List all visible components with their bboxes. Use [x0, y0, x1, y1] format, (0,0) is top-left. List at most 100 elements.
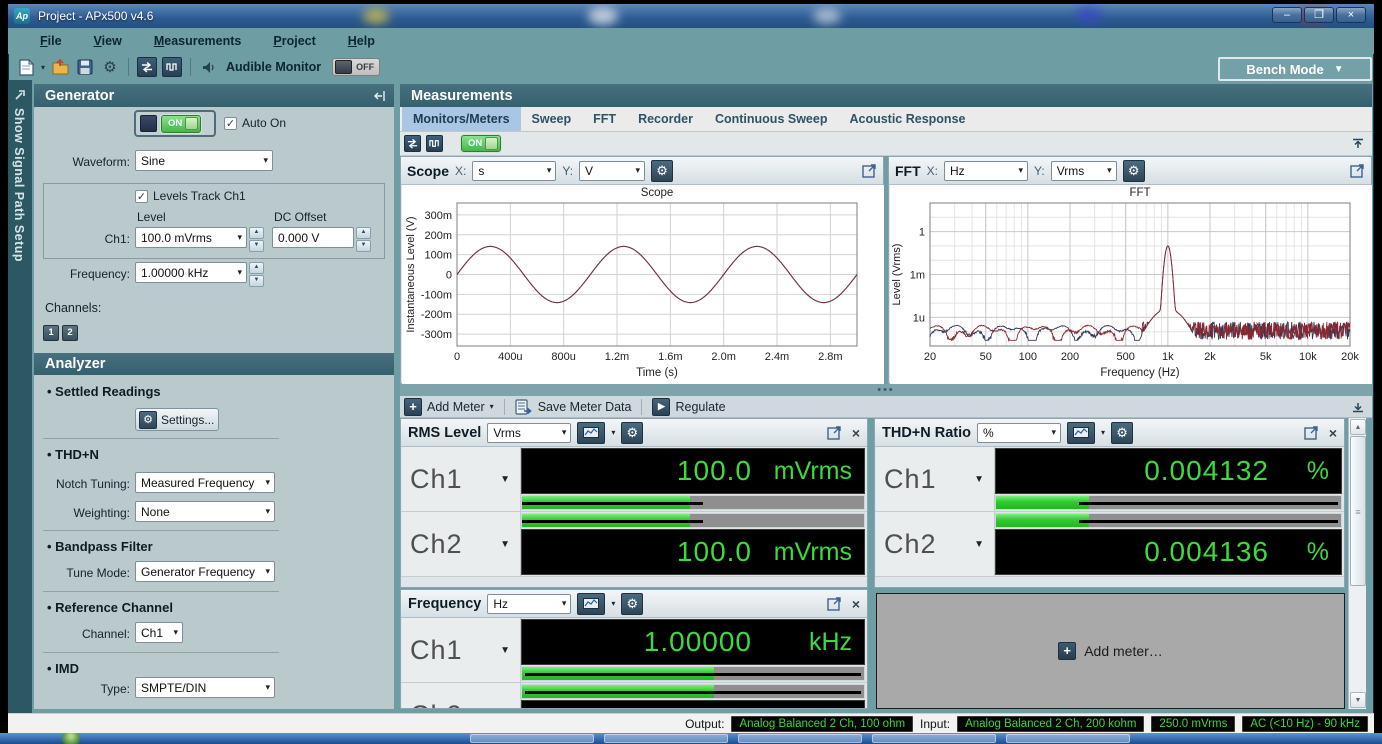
menu-file[interactable]: File [28, 31, 74, 51]
anchor-down-icon[interactable] [1352, 401, 1364, 413]
fft-settings-button[interactable]: ⚙ [1123, 160, 1145, 182]
thdn-graph-button[interactable] [1067, 422, 1095, 444]
checkbox-checked-icon[interactable]: ✓ [135, 190, 148, 203]
close-icon[interactable]: × [852, 425, 860, 441]
tab-recorder[interactable]: Recorder [627, 107, 704, 131]
tab-acoustic-response[interactable]: Acoustic Response [838, 107, 976, 131]
windows-taskbar[interactable] [0, 733, 1382, 744]
frequency-settings-button[interactable]: ⚙ [621, 593, 643, 615]
scope-y-unit-dropdown[interactable]: V ▾ [579, 161, 645, 181]
settings-gear-button[interactable]: ⚙ [100, 57, 120, 77]
audible-monitor-toggle-area[interactable] [199, 57, 219, 77]
scope-settings-button[interactable]: ⚙ [651, 160, 673, 182]
levels-track-field[interactable]: ✓ Levels Track Ch1 [135, 189, 246, 203]
settings-button[interactable]: ⚙ Settings... [135, 408, 219, 431]
rms-settings-button[interactable]: ⚙ [621, 422, 643, 444]
taskbar-app-button[interactable] [872, 734, 996, 743]
menu-measurements[interactable]: Measurements [142, 31, 254, 51]
bench-mode-dropdown[interactable]: Bench Mode ▼ [1218, 57, 1372, 81]
spin-down-icon[interactable]: ▼ [249, 240, 264, 252]
ch1-level-dropdown[interactable]: 100.0 mVrms ▾ [135, 227, 247, 248]
add-meter-dropzone[interactable]: + Add meter… [876, 593, 1345, 709]
rms-ch2-label-cell[interactable]: Ch2 ▼ [402, 512, 521, 576]
menu-view[interactable]: View [82, 31, 134, 51]
spin-up-icon[interactable]: ▲ [356, 227, 371, 239]
tab-sweep[interactable]: Sweep [521, 107, 583, 131]
input-range-badge[interactable]: 250.0 mVrms [1151, 716, 1235, 732]
auto-on-field[interactable]: ✓ Auto On [224, 116, 286, 130]
thdn-ch1-label-cell[interactable]: Ch1 ▼ [876, 447, 995, 511]
frequency-ch2-label-cell[interactable]: Ch2 ▼ [402, 683, 521, 709]
thdn-ch2-label-cell[interactable]: Ch2 ▼ [876, 512, 995, 576]
fft-x-unit-dropdown[interactable]: Hz ▾ [944, 161, 1028, 181]
generator-monitor-button[interactable] [426, 135, 443, 152]
spin-down-icon[interactable]: ▼ [356, 240, 371, 252]
chevron-down-icon[interactable]: ▾ [611, 428, 615, 437]
signal-path-setup-strip[interactable]: Show Signal Path Setup [8, 80, 32, 713]
output-config-badge[interactable]: Analog Balanced 2 Ch, 100 ohm [731, 716, 913, 732]
input-bandwidth-badge[interactable]: AC (<10 Hz) - 90 kHz [1242, 716, 1368, 732]
input-config-badge[interactable]: Analog Balanced 2 Ch, 200 kohm [957, 716, 1144, 732]
export-icon[interactable] [1350, 163, 1365, 178]
audible-monitor-off-toggle[interactable]: OFF [332, 58, 380, 76]
collapse-left-icon[interactable] [373, 90, 386, 102]
tab-monitors-meters[interactable]: Monitors/Meters [402, 107, 521, 131]
start-orb-icon[interactable] [62, 733, 80, 744]
export-icon[interactable] [1304, 425, 1319, 440]
frequency-dropdown[interactable]: 1.00000 kHz ▾ [135, 262, 247, 283]
rms-unit-dropdown[interactable]: Vrms ▾ [487, 423, 571, 443]
fft-y-unit-dropdown[interactable]: Vrms ▾ [1051, 161, 1117, 181]
add-meter-button[interactable]: + Add Meter ▾ [404, 398, 494, 416]
close-icon[interactable]: × [852, 596, 860, 612]
scroll-down-icon[interactable]: ▼ [1350, 692, 1366, 708]
export-icon[interactable] [827, 425, 842, 440]
generator-on-toggle[interactable]: ON [161, 115, 201, 133]
generator-on-control[interactable]: ON [134, 110, 216, 137]
title-bar[interactable]: Ap Project - APx500 v4.6 – ❐ × [8, 4, 1374, 28]
thdn-settings-button[interactable]: ⚙ [1111, 422, 1133, 444]
frequency-spinner[interactable]: ▲▼ [249, 262, 264, 287]
maximize-button[interactable]: ❐ [1304, 7, 1334, 23]
dc-offset-spinner[interactable]: ▲▼ [356, 227, 371, 252]
export-icon[interactable] [862, 163, 877, 178]
scrollbar-thumb[interactable]: ≡ [1350, 436, 1366, 586]
close-button[interactable]: × [1336, 7, 1366, 23]
checkbox-checked-icon[interactable]: ✓ [224, 117, 237, 130]
frequency-ch1-label-cell[interactable]: Ch1 ▼ [402, 618, 521, 682]
collapse-up-icon[interactable] [1352, 138, 1364, 150]
imd-type-dropdown[interactable]: SMPTE/DIN ▾ [135, 677, 275, 698]
monitors-on-toggle[interactable]: ON [461, 135, 501, 152]
chevron-down-icon[interactable]: ▾ [611, 599, 615, 608]
horizontal-splitter[interactable]: ••• [400, 384, 1372, 396]
io-monitor-button[interactable] [404, 135, 421, 152]
scope-x-unit-dropdown[interactable]: s ▾ [472, 161, 556, 181]
scroll-up-icon[interactable]: ▲ [1350, 419, 1366, 435]
dc-offset-input[interactable]: 0.000 V [272, 227, 354, 248]
save-project-button[interactable] [75, 57, 95, 77]
export-icon[interactable] [827, 596, 842, 611]
tune-mode-dropdown[interactable]: Generator Frequency ▾ [135, 561, 275, 582]
chevron-down-icon[interactable]: ▾ [1101, 428, 1105, 437]
spin-up-icon[interactable]: ▲ [249, 262, 264, 274]
meters-scrollbar[interactable]: ▲ ≡ ▼ [1348, 418, 1366, 709]
weighting-dropdown[interactable]: None ▾ [135, 501, 275, 522]
waveform-dropdown[interactable]: Sine ▾ [135, 150, 273, 171]
menu-project[interactable]: Project [261, 31, 327, 51]
ch1-level-spinner[interactable]: ▲▼ [249, 227, 264, 252]
regulate-button[interactable]: ▶ Regulate [652, 398, 725, 416]
new-project-button[interactable] [16, 57, 36, 77]
tab-continuous-sweep[interactable]: Continuous Sweep [704, 107, 839, 131]
save-meter-data-button[interactable]: Save Meter Data [515, 399, 632, 415]
minimize-button[interactable]: – [1272, 7, 1302, 23]
menu-help[interactable]: Help [336, 31, 387, 51]
rms-ch1-label-cell[interactable]: Ch1 ▼ [402, 447, 521, 511]
open-project-button[interactable] [50, 57, 70, 77]
taskbar-app-button[interactable] [604, 734, 728, 743]
notch-tuning-dropdown[interactable]: Measured Frequency ▾ [135, 472, 275, 493]
new-project-dropdown-arrow-icon[interactable]: ▾ [41, 63, 45, 72]
pin-icon[interactable] [14, 88, 27, 101]
taskbar-app-button[interactable] [738, 734, 862, 743]
close-icon[interactable]: × [1329, 425, 1337, 441]
channel-dropdown[interactable]: Ch1 ▾ [135, 622, 183, 643]
frequency-unit-dropdown[interactable]: Hz ▾ [487, 594, 571, 614]
